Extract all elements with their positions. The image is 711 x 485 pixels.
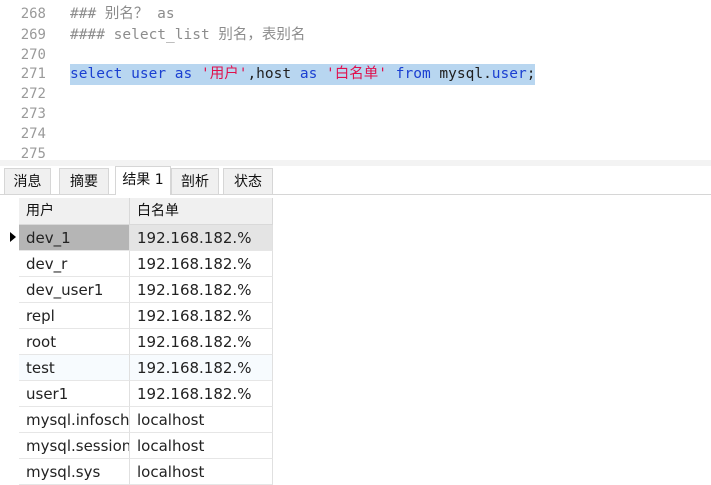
current-row-arrow-icon bbox=[10, 232, 16, 242]
table-row[interactable]: test 192.168.182.% bbox=[19, 355, 273, 381]
editor-line-query[interactable]: 271 select user as '用户',host as '白名单' fr… bbox=[0, 64, 711, 85]
column-user: user bbox=[131, 66, 167, 82]
cell-host[interactable]: 192.168.182.% bbox=[130, 225, 273, 251]
cell-user[interactable]: mysql.session bbox=[19, 433, 130, 459]
line-number: 271 bbox=[20, 66, 46, 82]
cell-host[interactable]: localhost bbox=[130, 433, 273, 459]
tab-result-1[interactable]: 结果 1 bbox=[115, 166, 171, 195]
tab-status[interactable]: 状态 bbox=[223, 168, 273, 194]
cell-user[interactable]: dev_r bbox=[19, 251, 130, 277]
keyword-from: from bbox=[395, 66, 431, 82]
column-header-whitelist[interactable]: 白名单 bbox=[130, 198, 273, 225]
line-number: 269 bbox=[20, 27, 46, 43]
editor-line[interactable]: 269 #### select_list 别名，表别名 bbox=[0, 25, 711, 46]
tab-profile[interactable]: 剖析 bbox=[171, 168, 219, 194]
column-header-user[interactable]: 用户 bbox=[19, 198, 130, 225]
cell-user[interactable]: dev_user1 bbox=[19, 277, 130, 303]
table-row[interactable]: dev_user1 192.168.182.% bbox=[19, 277, 273, 303]
code-comment[interactable]: #### select_list 别名，表别名 bbox=[70, 25, 305, 46]
alias-user: '用户' bbox=[200, 66, 248, 82]
row-header-corner bbox=[6, 198, 19, 225]
semicolon: ; bbox=[526, 66, 536, 82]
cell-host[interactable]: 192.168.182.% bbox=[130, 251, 273, 277]
table-db: mysql bbox=[439, 66, 484, 82]
table-row[interactable]: mysql.session localhost bbox=[19, 433, 273, 459]
cell-host[interactable]: localhost bbox=[130, 407, 273, 433]
editor-line[interactable]: 270 bbox=[0, 45, 711, 66]
result-tabbar: 消息 摘要 结果 1 剖析 状态 bbox=[0, 166, 711, 195]
tab-messages[interactable]: 消息 bbox=[4, 168, 51, 194]
cell-host[interactable]: 192.168.182.% bbox=[130, 355, 273, 381]
code-comment[interactable]: ### 别名？ as bbox=[70, 4, 175, 25]
cell-user[interactable]: dev_1 bbox=[19, 225, 130, 251]
cell-host[interactable]: 192.168.182.% bbox=[130, 329, 273, 355]
table-row[interactable]: user1 192.168.182.% bbox=[19, 381, 273, 407]
line-number: 268 bbox=[20, 6, 46, 22]
column-host: ,host bbox=[247, 66, 292, 82]
tab-summary[interactable]: 摘要 bbox=[59, 168, 109, 194]
editor-line[interactable]: 272 bbox=[0, 84, 711, 105]
sql-editor[interactable]: 268 ### 别名？ as 269 #### select_list 别名，表… bbox=[0, 0, 711, 164]
cell-host[interactable]: localhost bbox=[130, 459, 273, 485]
dot: . bbox=[483, 66, 492, 82]
keyword-as: as bbox=[174, 66, 193, 82]
editor-line[interactable]: 273 bbox=[0, 104, 711, 125]
cell-user[interactable]: mysql.sys bbox=[19, 459, 130, 485]
line-number: 270 bbox=[20, 47, 46, 63]
cell-user[interactable]: root bbox=[19, 329, 130, 355]
cell-host[interactable]: 192.168.182.% bbox=[130, 277, 273, 303]
result-grid: 用户 白名单 dev_1 192.168.182.% dev_r 192.168… bbox=[0, 198, 711, 485]
line-number: 272 bbox=[20, 86, 46, 102]
table-row[interactable]: mysql.sys localhost bbox=[19, 459, 273, 485]
cell-user[interactable]: mysql.infosch bbox=[19, 407, 130, 433]
table-row[interactable]: mysql.infosch localhost bbox=[19, 407, 273, 433]
line-number: 274 bbox=[20, 126, 46, 142]
table-row[interactable]: root 192.168.182.% bbox=[19, 329, 273, 355]
line-number: 273 bbox=[20, 106, 46, 122]
cell-user[interactable]: repl bbox=[19, 303, 130, 329]
keyword-select: select bbox=[70, 66, 123, 82]
table-row[interactable]: dev_r 192.168.182.% bbox=[19, 251, 273, 277]
cell-user[interactable]: user1 bbox=[19, 381, 130, 407]
table-row[interactable]: repl 192.168.182.% bbox=[19, 303, 273, 329]
editor-line[interactable]: 274 bbox=[0, 124, 711, 145]
cell-host[interactable]: 192.168.182.% bbox=[130, 381, 273, 407]
editor-line[interactable]: 268 ### 别名？ as bbox=[0, 4, 711, 25]
table-name: user bbox=[491, 66, 527, 82]
selected-query[interactable]: select user as '用户',host as '白名单' from m… bbox=[70, 64, 536, 85]
cell-user[interactable]: test bbox=[19, 355, 130, 381]
alias-host: '白名单' bbox=[326, 66, 388, 82]
keyword-as: as bbox=[299, 66, 318, 82]
table-row[interactable]: dev_1 192.168.182.% bbox=[19, 225, 273, 251]
cell-host[interactable]: 192.168.182.% bbox=[130, 303, 273, 329]
